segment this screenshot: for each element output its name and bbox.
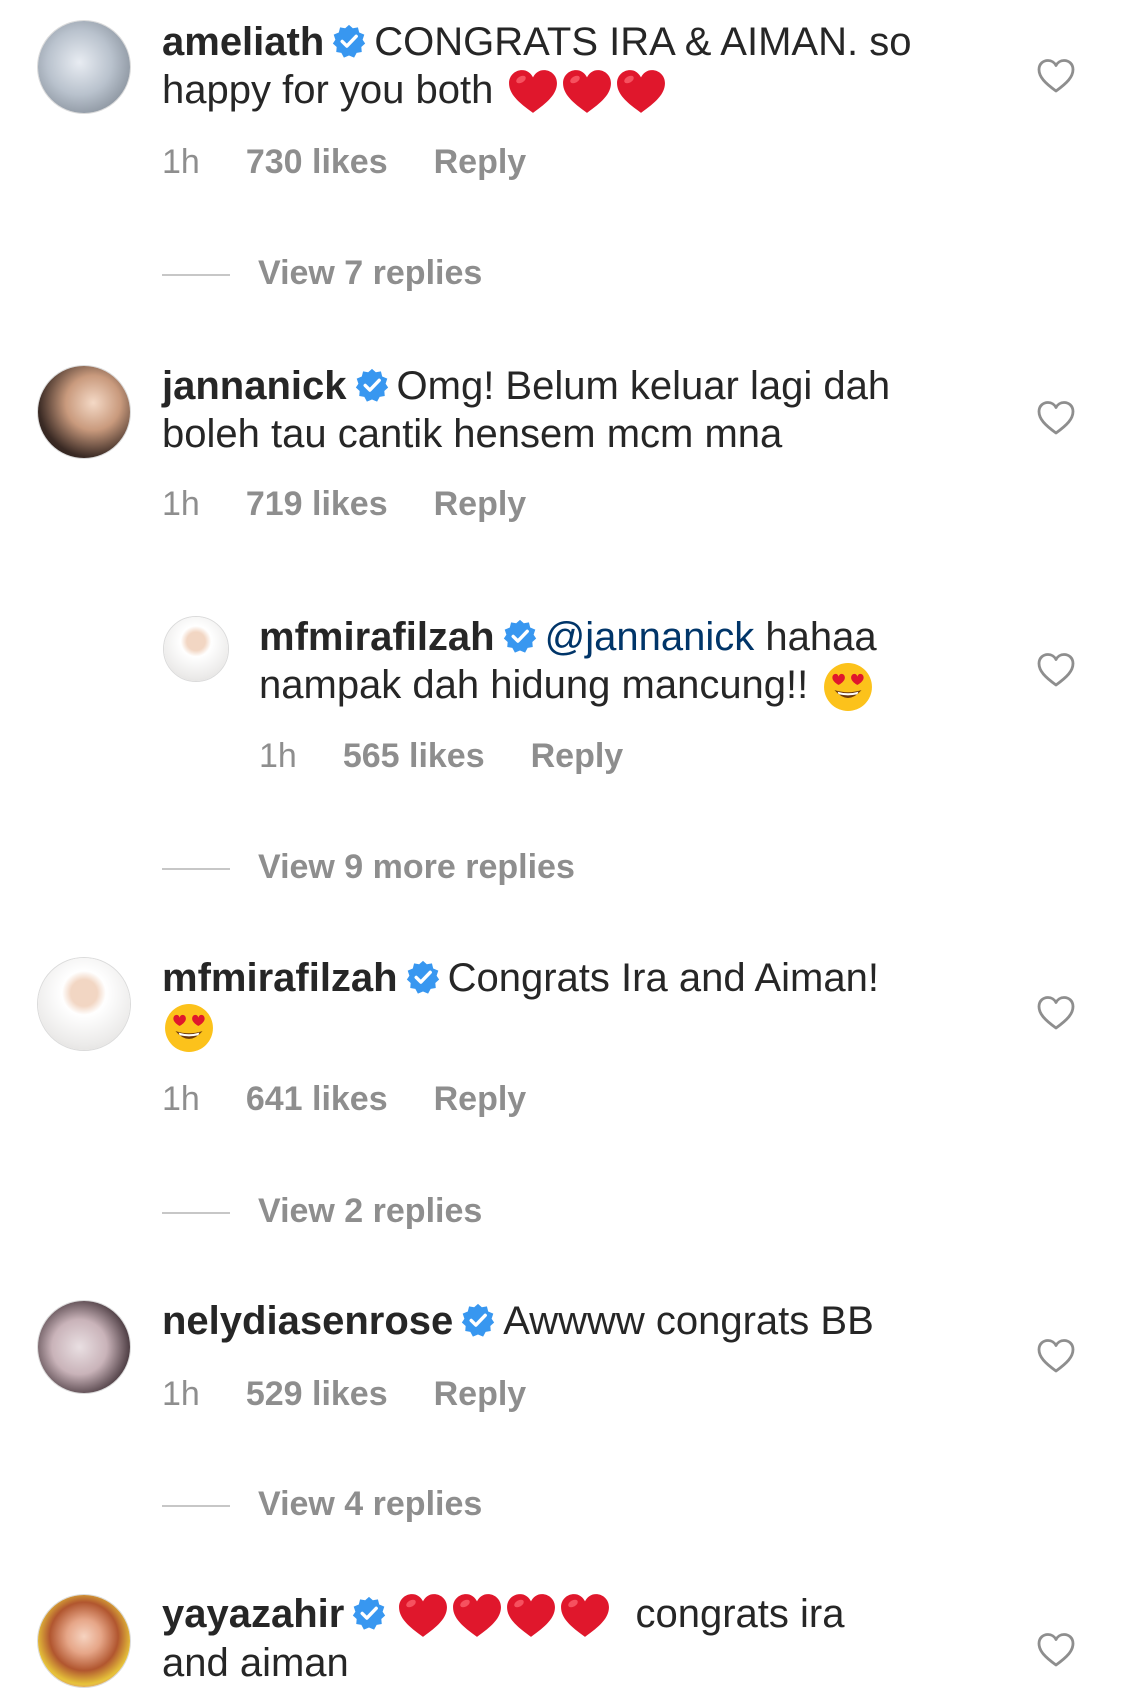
comment-text: yayazahir congrats ira and aiman [162,1590,962,1687]
reply-button[interactable]: Reply [434,485,527,524]
comment-meta: 1h 719 likes Reply [162,485,526,524]
red-heart-emoji-icon [452,1593,502,1639]
verified-badge-icon [332,24,366,58]
comment-time: 1h [259,737,297,775]
view-replies-label: View 4 replies [258,1485,483,1523]
like-heart-icon[interactable] [1036,650,1076,690]
likes-count[interactable]: 730 likes [246,143,388,182]
username[interactable]: jannanick [162,364,347,408]
comment-text: ameliath CONGRATS IRA & AIMAN. so happy f… [162,18,962,115]
comment-text: jannanick Omg! Belum keluar lagi dah bole… [162,362,962,458]
red-heart-emoji-icon [506,1593,556,1639]
view-replies-label: View 9 more replies [258,848,575,886]
heart-eyes-emoji-icon [164,1003,214,1053]
verified-badge-icon [461,1303,495,1337]
comment-time: 1h [162,485,200,523]
reply-button[interactable]: Reply [434,1080,527,1119]
verified-badge-icon [355,368,389,402]
username[interactable]: mfmirafilzah [162,956,398,1000]
comment-meta: 1h 641 likes Reply [162,1080,526,1119]
username[interactable]: nelydiasenrose [162,1299,453,1343]
verified-badge-icon [352,1596,386,1630]
view-replies-button[interactable]: View 4 replies [162,1485,482,1524]
avatar[interactable] [37,365,131,459]
comment-body-line1: congrats ira [635,1592,845,1636]
reply-button[interactable]: Reply [434,1375,527,1414]
view-replies-label: View 2 replies [258,1192,483,1230]
mention-link[interactable]: @jannanick [545,615,755,659]
avatar[interactable] [37,1300,131,1394]
comment-body: Congrats Ira and Aiman! [447,956,879,1000]
reply-button[interactable]: Reply [434,143,527,182]
comment-text: mfmirafilzah Congrats Ira and Aiman! [162,954,962,1053]
divider-line [162,868,230,871]
comment-body: Awwww congrats BB [503,1299,874,1343]
comment-text: nelydiasenrose Awwww congrats BB [162,1297,962,1345]
likes-count[interactable]: 641 likes [246,1080,388,1119]
username[interactable]: yayazahir [162,1592,344,1636]
avatar[interactable] [37,1594,131,1688]
comment-body-line2: and aiman [162,1641,349,1686]
divider-line [162,274,230,277]
like-heart-icon[interactable] [1036,1336,1076,1376]
divider-line [162,1505,230,1508]
comment-time: 1h [162,1080,200,1118]
likes-count[interactable]: 719 likes [246,485,388,524]
view-replies-button[interactable]: View 9 more replies [162,848,575,887]
like-heart-icon[interactable] [1036,1630,1076,1670]
view-replies-button[interactable]: View 7 replies [162,254,482,293]
username[interactable]: ameliath [162,20,324,64]
reply-button[interactable]: Reply [531,737,624,776]
red-heart-emoji-icon [508,69,558,115]
comment-time: 1h [162,143,200,181]
red-heart-emoji-icon [560,1593,610,1639]
view-replies-label: View 7 replies [258,254,483,292]
comment-meta: 1h 565 likes Reply [259,737,623,776]
comment-time: 1h [162,1375,200,1413]
avatar[interactable] [37,957,131,1051]
avatar[interactable] [163,616,229,682]
comment-meta: 1h 730 likes Reply [162,143,526,182]
red-heart-emoji-icon [562,69,612,115]
avatar[interactable] [37,20,131,114]
verified-badge-icon [503,619,537,653]
likes-count[interactable]: 565 likes [343,737,485,776]
red-heart-emoji-icon [398,1593,448,1639]
likes-count[interactable]: 529 likes [246,1375,388,1414]
view-replies-button[interactable]: View 2 replies [162,1192,482,1231]
verified-badge-icon [406,960,440,994]
username[interactable]: mfmirafilzah [259,615,495,659]
comment-text: mfmirafilzah @jannanick hahaa nampak dah … [259,613,979,712]
divider-line [162,1212,230,1215]
heart-eyes-emoji-icon [823,662,873,712]
red-heart-emoji-icon [616,69,666,115]
like-heart-icon[interactable] [1036,398,1076,438]
comment-meta: 1h 529 likes Reply [162,1375,526,1414]
like-heart-icon[interactable] [1036,56,1076,96]
like-heart-icon[interactable] [1036,993,1076,1033]
